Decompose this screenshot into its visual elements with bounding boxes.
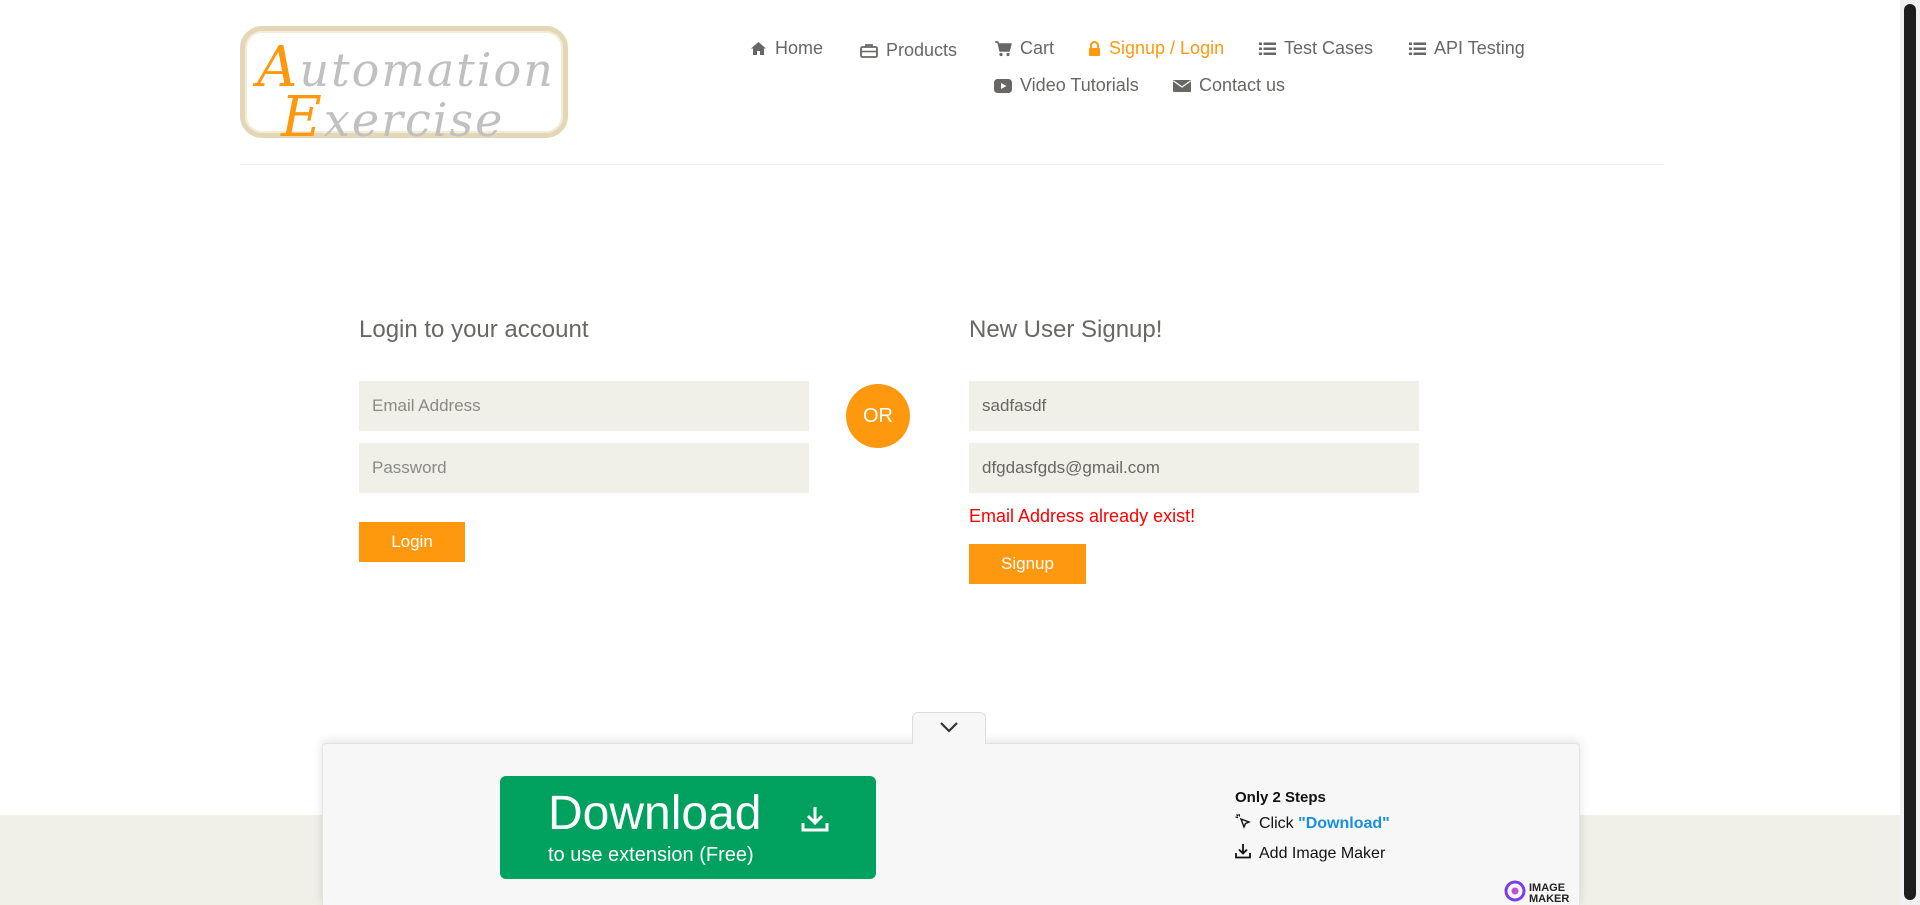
signup-name-field[interactable]	[969, 381, 1419, 431]
download-icon	[1235, 843, 1251, 864]
nav-signup-login[interactable]: Signup / Login	[1088, 38, 1224, 59]
nav-cart[interactable]: Cart	[994, 38, 1054, 59]
signup-email-field[interactable]	[969, 443, 1419, 493]
nav-home-label: Home	[775, 38, 824, 58]
nav-home[interactable]: Home	[750, 38, 823, 59]
image-maker-text: IMAGE MAKER	[1529, 881, 1570, 905]
or-divider: OR	[846, 384, 910, 448]
step2-text: Add Image Maker	[1259, 844, 1386, 862]
nav-video-tutorials-label: Video Tutorials	[1020, 75, 1139, 95]
home-icon	[750, 41, 767, 56]
steps-title: Only 2 Steps	[1235, 789, 1326, 806]
signup-button[interactable]: Signup	[969, 544, 1086, 584]
signup-title: New User Signup!	[969, 316, 1163, 343]
nav-api-testing[interactable]: API Testing	[1409, 38, 1525, 59]
list-icon	[1409, 42, 1426, 56]
download-label: Download	[548, 787, 762, 840]
login-button[interactable]: Login	[359, 522, 465, 562]
image-maker-logo-icon	[1504, 880, 1526, 905]
banner-collapse-button[interactable]	[912, 712, 986, 744]
chevron-down-icon	[939, 720, 959, 738]
download-extension-button[interactable]: Download to use extension (Free)	[500, 776, 876, 879]
login-email-field[interactable]	[359, 381, 809, 431]
header-divider	[240, 164, 1664, 165]
nav-signup-login-label: Signup / Login	[1109, 38, 1225, 58]
step1-text: Click "Download"	[1259, 814, 1390, 832]
download-icon	[800, 804, 830, 839]
nav-cart-label: Cart	[1020, 38, 1055, 58]
cursor-click-icon	[1235, 813, 1251, 834]
download-sublabel: to use extension (Free)	[548, 844, 754, 866]
lock-icon	[1088, 40, 1101, 57]
image-maker-brand: IMAGE MAKER	[1504, 880, 1569, 905]
nav-contact-us[interactable]: Contact us	[1173, 75, 1285, 96]
nav-contact-us-label: Contact us	[1199, 75, 1286, 95]
signup-error-message: Email Address already exist!	[969, 506, 1196, 526]
cart-icon	[994, 40, 1012, 57]
nav-test-cases-label: Test Cases	[1284, 38, 1374, 58]
youtube-icon	[994, 78, 1012, 93]
step-add-image-maker: Add Image Maker	[1235, 843, 1385, 864]
nav-products[interactable]: Products	[860, 40, 957, 61]
nav-products-label: Products	[886, 40, 958, 60]
step-click-download: Click "Download"	[1235, 813, 1390, 834]
scrollbar-thumb[interactable]	[1904, 4, 1916, 900]
nav-video-tutorials[interactable]: Video Tutorials	[994, 75, 1139, 96]
login-title: Login to your account	[359, 316, 589, 343]
logo-line-2: Exercise	[281, 85, 505, 150]
nav-api-testing-label: API Testing	[1434, 38, 1525, 58]
site-logo[interactable]: Automation Exercise	[240, 26, 568, 150]
nav-test-cases[interactable]: Test Cases	[1259, 38, 1373, 59]
briefcase-icon	[860, 43, 878, 58]
login-password-field[interactable]	[359, 443, 809, 493]
list-icon	[1259, 42, 1276, 56]
envelope-icon	[1173, 79, 1191, 93]
